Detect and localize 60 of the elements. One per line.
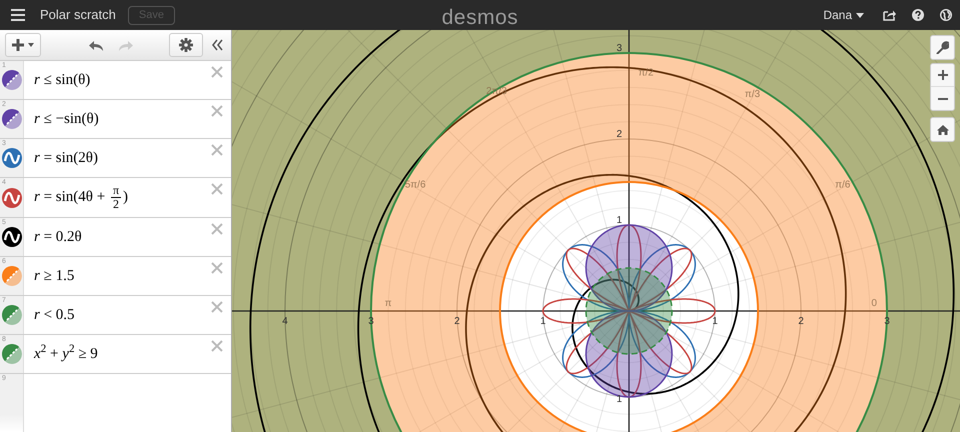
menu-icon — [11, 9, 25, 21]
plus-icon — [938, 70, 948, 80]
angle-label: π — [384, 298, 392, 309]
angle-label: π/3 — [744, 89, 760, 100]
axis-tick-label: 2 — [616, 129, 622, 140]
axis-tick-label: 2 — [798, 316, 804, 327]
shading-toggle-icon[interactable] — [2, 305, 22, 325]
wave-toggle-icon[interactable] — [2, 148, 22, 168]
wave-toggle-icon[interactable] — [2, 227, 22, 247]
axis-tick-label: 2 — [454, 316, 460, 327]
math-expression[interactable]: r = 0.2θ — [34, 226, 82, 248]
close-icon — [211, 262, 223, 274]
share-icon[interactable] — [883, 9, 896, 21]
shading-toggle-icon[interactable] — [2, 109, 22, 129]
double-chevron-icon — [212, 39, 223, 51]
shading-toggle-icon[interactable] — [2, 70, 22, 90]
math-expression[interactable]: r ≤ sin(θ) — [34, 68, 90, 92]
shading-toggle-icon[interactable] — [2, 266, 22, 286]
close-icon — [211, 183, 223, 195]
user-menu-button[interactable]: Dana — [820, 6, 867, 24]
math-expression[interactable]: r = sin(2θ) — [34, 146, 98, 170]
wave-toggle-icon[interactable] — [2, 188, 22, 208]
shading-toggle-icon[interactable] — [2, 344, 22, 364]
redo-icon — [118, 38, 134, 52]
angle-label: 0 — [871, 298, 877, 309]
axis-tick-label: 3 — [616, 43, 622, 54]
caret-icon — [856, 12, 864, 18]
axis-tick-label: 3 — [884, 316, 890, 327]
close-icon — [211, 144, 223, 156]
axis-tick-label: 1 — [540, 316, 546, 327]
math-expression[interactable]: r ≥ 1.5 — [34, 264, 74, 288]
undo-icon — [88, 38, 104, 52]
axis-tick-label: 1 — [616, 215, 622, 226]
app-logo: desmos — [442, 6, 518, 29]
close-icon — [211, 66, 223, 78]
close-icon — [211, 223, 223, 235]
angle-label: 5π/6 — [404, 180, 426, 191]
graph-title[interactable]: Polar scratch — [40, 5, 116, 25]
caret-icon — [28, 43, 34, 47]
settings-icon — [179, 38, 193, 52]
axis-tick-label: 3 — [368, 316, 374, 327]
settings-button[interactable] — [169, 33, 203, 57]
close-icon — [211, 301, 223, 313]
minus-icon — [938, 98, 948, 100]
angle-label: π/2 — [638, 67, 654, 78]
math-expression[interactable]: r < 0.5 — [34, 304, 75, 326]
close-icon — [211, 105, 223, 117]
close-icon — [211, 340, 223, 352]
math-expression[interactable]: r ≤ −sin(θ) — [34, 108, 99, 130]
math-expression[interactable]: x$^{2}$ + y$^{2}$ ≥ 9 — [34, 342, 98, 366]
menu-button[interactable] — [8, 9, 28, 21]
angle-label: 2π/3 — [486, 86, 507, 98]
help-icon[interactable] — [912, 9, 924, 21]
angle-label: π/6 — [835, 180, 850, 191]
axis-tick-label: 4 — [282, 316, 288, 327]
plus-icon — [12, 39, 24, 51]
home-icon — [936, 124, 948, 134]
axis-tick-label: 1 — [712, 316, 718, 327]
add-item-button[interactable] — [5, 33, 41, 57]
axis-tick-label: 1 — [616, 394, 622, 405]
